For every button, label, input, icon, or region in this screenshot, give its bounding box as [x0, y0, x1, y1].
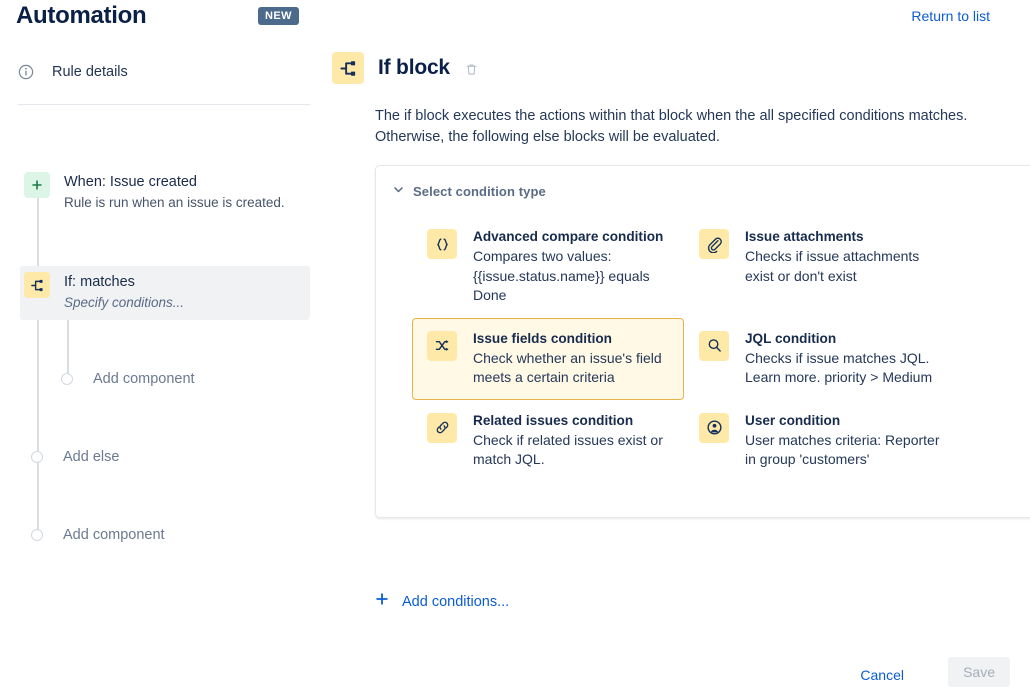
- block-title: If block: [378, 56, 450, 80]
- add-conditions-label: Add conditions...: [402, 594, 509, 610]
- sidebar-add-component-2[interactable]: Add component: [31, 527, 165, 543]
- condition-card-issue-fields[interactable]: Issue fields condition Check whether an …: [412, 318, 684, 400]
- condition-description: Check if related issues exist or match J…: [473, 431, 671, 470]
- condition-card-related-issues[interactable]: Related issues condition Check if relate…: [412, 400, 684, 482]
- rule-details-label: Rule details: [52, 64, 128, 80]
- user-circle-icon: [699, 413, 729, 443]
- trash-icon[interactable]: [464, 59, 479, 77]
- sidebar-item-rule-details[interactable]: Rule details: [18, 64, 128, 80]
- page-title: Automation: [16, 2, 146, 30]
- condition-title: JQL condition: [745, 330, 943, 348]
- condition-description: Compares two values: {{issue.status.name…: [473, 247, 671, 306]
- condition-description: User matches criteria: Reporter in group…: [745, 431, 943, 470]
- circle-outline-icon: [61, 373, 73, 385]
- search-icon: [699, 331, 729, 361]
- circle-outline-icon: [31, 451, 43, 463]
- sidebar-node-when[interactable]: When: Issue created Rule is run when an …: [24, 172, 285, 212]
- node-subtitle: Specify conditions...: [64, 294, 184, 312]
- condition-card-advanced-compare[interactable]: Advanced compare condition Compares two …: [412, 216, 684, 318]
- top-bar: Automation NEW Return to list: [0, 0, 1030, 36]
- sidebar-add-else[interactable]: Add else: [31, 449, 119, 465]
- select-condition-type-header[interactable]: Select condition type: [393, 182, 546, 200]
- condition-card-user[interactable]: User condition User matches criteria: Re…: [684, 400, 956, 482]
- condition-card-grid: Advanced compare condition Compares two …: [412, 216, 1030, 482]
- link-icon: [427, 413, 457, 443]
- node-subtitle: Rule is run when an issue is created.: [64, 194, 285, 212]
- paperclip-icon: [699, 229, 729, 259]
- placeholder-label: Add else: [63, 449, 119, 465]
- braces-icon: [427, 229, 457, 259]
- branch-icon: [24, 272, 50, 298]
- condition-description: Check whether an issue's field meets a c…: [473, 349, 671, 388]
- automation-rule-editor: Automation NEW Return to list Rule detai…: [0, 0, 1030, 700]
- condition-title: User condition: [745, 412, 943, 430]
- node-title: If: matches: [64, 273, 184, 291]
- chevron-down-icon: [393, 182, 404, 200]
- connector-rail-branch: [67, 318, 69, 378]
- new-badge: NEW: [258, 7, 299, 25]
- condition-title: Issue attachments: [745, 228, 943, 246]
- cancel-button[interactable]: Cancel: [854, 663, 910, 687]
- placeholder-label: Add component: [93, 371, 195, 387]
- sidebar-add-component-1[interactable]: Add component: [61, 371, 195, 387]
- info-icon: [18, 64, 34, 80]
- connector-rail-main: [37, 190, 39, 534]
- picker-section-label: Select condition type: [413, 184, 546, 199]
- add-conditions-button[interactable]: Add conditions...: [375, 592, 509, 611]
- plus-icon: [375, 592, 389, 611]
- block-description: The if block executes the actions within…: [375, 106, 985, 148]
- circle-outline-icon: [31, 529, 43, 541]
- rule-sidebar: Rule details When: Issue created Rule is…: [0, 46, 320, 686]
- return-to-list-link[interactable]: Return to list: [911, 8, 990, 24]
- placeholder-label: Add component: [63, 527, 165, 543]
- node-title: When: Issue created: [64, 173, 285, 191]
- branch-icon: [332, 52, 364, 84]
- condition-card-issue-attachments[interactable]: Issue attachments Checks if issue attach…: [684, 216, 956, 318]
- condition-description: Checks if issue matches JQL. Learn more.…: [745, 349, 943, 388]
- condition-description: Checks if issue attachments exist or don…: [745, 247, 943, 286]
- save-button[interactable]: Save: [948, 657, 1010, 687]
- shuffle-icon: [427, 331, 457, 361]
- condition-type-picker: Select condition type Advanced compare c…: [375, 165, 1030, 518]
- condition-title: Advanced compare condition: [473, 228, 671, 246]
- sidebar-divider: [18, 104, 310, 105]
- block-header: If block: [332, 52, 479, 84]
- condition-card-jql[interactable]: JQL condition Checks if issue matches JQ…: [684, 318, 956, 400]
- condition-title: Related issues condition: [473, 412, 671, 430]
- sidebar-node-if[interactable]: If: matches Specify conditions...: [20, 266, 310, 320]
- action-footer: Cancel Save: [320, 652, 1030, 696]
- plus-icon: [24, 172, 50, 198]
- condition-title: Issue fields condition: [473, 330, 671, 348]
